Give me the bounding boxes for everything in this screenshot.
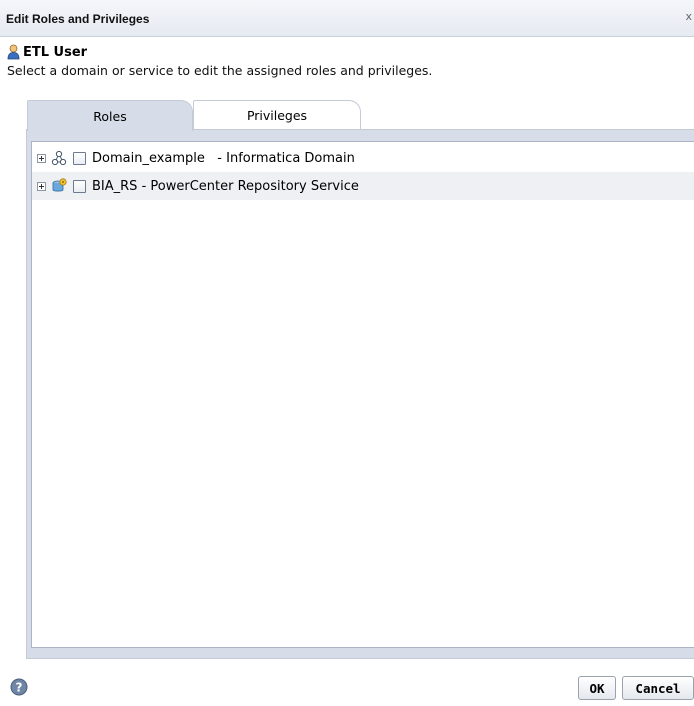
domain-checkbox[interactable] <box>73 151 86 165</box>
domain-icon <box>51 150 67 166</box>
tree-item-label: BIA_RS - PowerCenter Repository Service <box>92 178 359 194</box>
dialog-titlebar: Edit Roles and Privileges x <box>0 0 694 37</box>
instruction-text: Select a domain or service to edit the a… <box>7 63 433 78</box>
tree-row[interactable]: BIA_RS - PowerCenter Repository Service <box>32 172 694 200</box>
tab-privileges[interactable]: Privileges <box>193 100 361 130</box>
domain-tree: Domain_example - Informatica Domain BIA_… <box>31 141 694 648</box>
expand-icon[interactable] <box>37 153 46 163</box>
svg-text:?: ? <box>16 681 23 695</box>
ok-button[interactable]: OK <box>578 676 616 700</box>
roles-panel: Domain_example - Informatica Domain BIA_… <box>26 129 694 659</box>
help-icon[interactable]: ? <box>10 678 28 696</box>
cancel-button[interactable]: Cancel <box>622 676 694 700</box>
repository-service-icon <box>52 178 67 192</box>
tab-roles[interactable]: Roles <box>27 100 193 131</box>
user-icon <box>7 44 20 60</box>
expand-icon[interactable] <box>37 181 46 191</box>
dialog-title: Edit Roles and Privileges <box>6 12 150 26</box>
tree-item-label: Domain_example - Informatica Domain <box>92 150 355 166</box>
user-name: ETL User <box>23 44 88 60</box>
close-icon[interactable]: x <box>685 10 692 23</box>
user-header: ETL User <box>7 43 87 61</box>
tree-row[interactable]: Domain_example - Informatica Domain <box>32 144 694 172</box>
service-checkbox[interactable] <box>73 179 86 193</box>
